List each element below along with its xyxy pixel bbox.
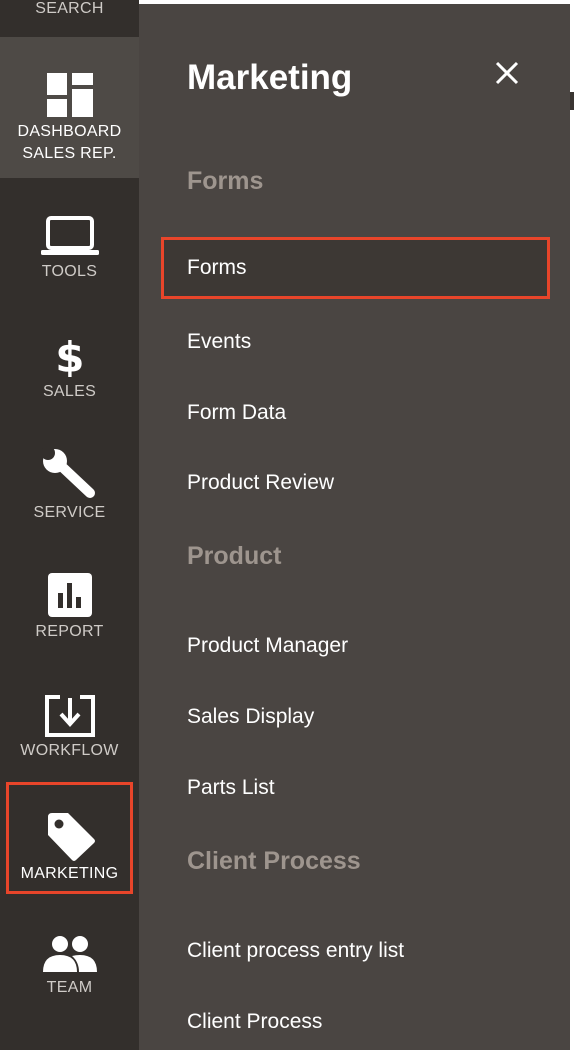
section-heading-client-process: Client Process	[187, 847, 361, 875]
close-icon[interactable]	[494, 60, 520, 86]
menu-item-product-manager[interactable]: Product Manager	[187, 634, 348, 658]
drawer-title: Marketing	[187, 58, 353, 97]
menu-item-product-review[interactable]: Product Review	[187, 471, 334, 495]
menu-item-form-data[interactable]: Form Data	[187, 401, 286, 425]
menu-item-sales-display[interactable]: Sales Display	[187, 705, 314, 729]
rail-item-service[interactable]: SERVICE	[0, 448, 139, 524]
app: SEARCH DASHBOARD SALES REP. TOOLS $ SALE…	[0, 0, 574, 1050]
rail-label-sales: SALES	[42, 383, 97, 400]
marketing-drawer: Marketing Forms Forms Events Form Data P…	[139, 4, 570, 1050]
rail-item-team[interactable]: TEAM	[0, 935, 139, 999]
rail-label-report: REPORT	[35, 623, 104, 640]
rail-label-search: SEARCH	[35, 0, 104, 17]
rail-label-sales-rep: SALES REP.	[22, 145, 117, 162]
menu-item-parts-list[interactable]: Parts List	[187, 776, 275, 800]
tag-icon	[47, 813, 95, 861]
rail-label-workflow: WORKFLOW	[20, 742, 119, 759]
section-heading-forms: Forms	[187, 167, 264, 195]
team-icon	[42, 936, 97, 972]
rail-label-marketing: MARKETING	[20, 865, 119, 882]
section-heading-product: Product	[187, 542, 282, 570]
rail-label-dashboard: DASHBOARD	[17, 123, 122, 140]
rail-item-marketing[interactable]: MARKETING	[6, 782, 133, 894]
background-page-header-sliver	[570, 92, 574, 110]
menu-item-client-process-entry-list[interactable]: Client process entry list	[187, 939, 404, 963]
rail-item-search[interactable]: SEARCH	[0, 0, 139, 37]
download-tray-icon	[44, 695, 95, 737]
rail-item-workflow[interactable]: WORKFLOW	[0, 694, 139, 762]
background-page-edge	[570, 0, 574, 1050]
rail-item-sales[interactable]: $ SALES	[0, 335, 139, 403]
bar-chart-icon	[47, 573, 92, 617]
dashboard-icon	[46, 73, 93, 117]
rail-item-report[interactable]: REPORT	[0, 573, 139, 643]
svg-text:$: $	[55, 335, 85, 377]
rail-label-tools: TOOLS	[41, 263, 98, 280]
rail-label-team: TEAM	[46, 979, 93, 996]
menu-item-events[interactable]: Events	[187, 330, 251, 354]
rail-label-service: SERVICE	[33, 504, 106, 521]
side-nav-rail: SEARCH DASHBOARD SALES REP. TOOLS $ SALE…	[0, 0, 139, 1050]
dollar-icon: $	[55, 335, 85, 377]
menu-item-label: Forms	[187, 256, 247, 279]
laptop-icon	[40, 216, 99, 255]
rail-item-dashboard[interactable]: DASHBOARD SALES REP.	[0, 37, 139, 178]
menu-item-client-process[interactable]: Client Process	[187, 1010, 322, 1034]
rail-item-tools[interactable]: TOOLS	[0, 215, 139, 283]
wrench-icon	[41, 448, 95, 498]
menu-item-forms[interactable]: Forms	[161, 237, 550, 299]
